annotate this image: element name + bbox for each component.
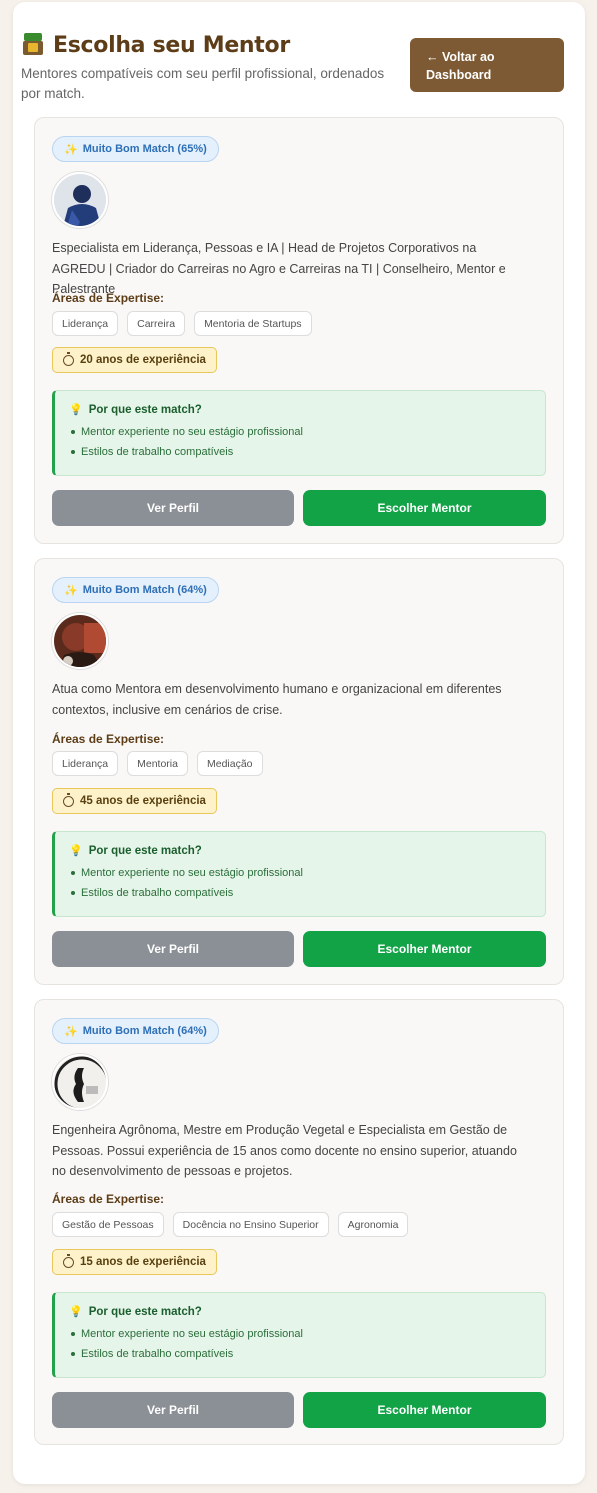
stopwatch-icon bbox=[63, 792, 74, 807]
match-reasons-list: Mentor experiente no seu estágio profiss… bbox=[69, 1324, 531, 1364]
why-match-title: 💡 Por que este match? bbox=[69, 1305, 531, 1319]
match-label: Muito Bom Match (65%) bbox=[82, 143, 207, 155]
expertise-tag: Docência no Ensino Superior bbox=[172, 1212, 329, 1237]
match-reasons-list: Mentor experiente no seu estágio profiss… bbox=[69, 422, 531, 462]
stopwatch-icon bbox=[63, 1253, 74, 1268]
match-reason: Estilos de trabalho compatíveis bbox=[69, 442, 531, 462]
expertise-tag: Mediação bbox=[196, 751, 263, 776]
expertise-tag: Agronomia bbox=[337, 1212, 409, 1237]
match-badge: ✨ Muito Bom Match (64%) bbox=[52, 1018, 219, 1044]
mentor-logo-icon bbox=[21, 33, 45, 57]
expertise-label: Áreas de Expertise: bbox=[52, 291, 165, 305]
experience-badge: 45 anos de experiência bbox=[52, 788, 217, 814]
why-match-label: Por que este match? bbox=[88, 844, 202, 857]
match-reasons-box: 💡 Por que este match? Mentor experiente … bbox=[52, 390, 546, 476]
mentor-card: ✨ Muito Bom Match (64%) Engenheira Agrôn… bbox=[34, 999, 564, 1445]
experience-years: 20 anos de experiência bbox=[80, 354, 206, 366]
stopwatch-icon bbox=[63, 351, 74, 366]
sparkle-icon: ✨ bbox=[64, 584, 78, 597]
page-subtitle: Mentores compatíveis com seu perfil prof… bbox=[21, 66, 385, 101]
lightbulb-icon: 💡 bbox=[69, 404, 83, 416]
lightbulb-icon: 💡 bbox=[69, 1306, 83, 1318]
match-badge: ✨ Muito Bom Match (64%) bbox=[52, 577, 219, 603]
expertise-tag: Liderança bbox=[52, 311, 119, 336]
view-profile-button[interactable]: Ver Perfil bbox=[52, 931, 294, 967]
choose-mentor-button[interactable]: Escolher Mentor bbox=[303, 1392, 546, 1428]
match-label: Muito Bom Match (64%) bbox=[82, 1025, 207, 1037]
match-reason: Estilos de trabalho compatíveis bbox=[69, 1344, 531, 1364]
view-profile-button[interactable]: Ver Perfil bbox=[52, 1392, 294, 1428]
expertise-tag: Carreira bbox=[127, 311, 186, 336]
choose-mentor-button[interactable]: Escolher Mentor bbox=[303, 490, 546, 526]
expertise-tags: Gestão de Pessoas Docência no Ensino Sup… bbox=[52, 1212, 409, 1237]
mentor-card: ✨ Muito Bom Match (65%) Especialista em … bbox=[34, 117, 564, 544]
choose-mentor-button[interactable]: Escolher Mentor bbox=[303, 931, 546, 967]
avatar[interactable] bbox=[52, 613, 108, 669]
why-match-label: Por que este match? bbox=[88, 1305, 202, 1318]
expertise-tags: Liderança Mentoria Mediação bbox=[52, 751, 263, 776]
experience-years: 15 anos de experiência bbox=[80, 1256, 206, 1268]
expertise-tag: Gestão de Pessoas bbox=[52, 1212, 164, 1237]
match-reason: Mentor experiente no seu estágio profiss… bbox=[69, 1324, 531, 1344]
match-reasons-list: Mentor experiente no seu estágio profiss… bbox=[69, 863, 531, 903]
why-match-title: 💡 Por que este match? bbox=[69, 844, 531, 858]
lightbulb-icon: 💡 bbox=[69, 845, 83, 857]
match-reason: Estilos de trabalho compatíveis bbox=[69, 883, 531, 903]
why-match-label: Por que este match? bbox=[88, 403, 202, 416]
experience-badge: 20 anos de experiência bbox=[52, 347, 217, 373]
match-label: Muito Bom Match (64%) bbox=[82, 584, 207, 596]
back-to-dashboard-button[interactable]: ← Voltar ao Dashboard bbox=[410, 38, 564, 92]
avatar[interactable] bbox=[52, 172, 108, 228]
expertise-tag: Mentoria de Startups bbox=[194, 311, 312, 336]
expertise-tag: Liderança bbox=[52, 751, 119, 776]
sparkle-icon: ✨ bbox=[64, 143, 78, 156]
experience-years: 45 anos de experiência bbox=[80, 795, 206, 807]
mentor-bio: Engenheira Agrônoma, Mestre em Produção … bbox=[52, 1123, 517, 1178]
expertise-label: Áreas de Expertise: bbox=[52, 732, 165, 746]
mentor-card: ✨ Muito Bom Match (64%) Atua como Mentor… bbox=[34, 558, 564, 985]
match-badge: ✨ Muito Bom Match (65%) bbox=[52, 136, 219, 162]
mentor-bio: Atua como Mentora em desenvolvimento hum… bbox=[52, 682, 502, 717]
page-title: Escolha seu Mentor bbox=[53, 32, 290, 58]
match-reason: Mentor experiente no seu estágio profiss… bbox=[69, 422, 531, 442]
match-reasons-box: 💡 Por que este match? Mentor experiente … bbox=[52, 831, 546, 917]
sparkle-icon: ✨ bbox=[64, 1025, 78, 1038]
match-reasons-box: 💡 Por que este match? Mentor experiente … bbox=[52, 1292, 546, 1378]
avatar[interactable] bbox=[52, 1054, 108, 1110]
experience-badge: 15 anos de experiência bbox=[52, 1249, 217, 1275]
expertise-tags: Liderança Carreira Mentoria de Startups bbox=[52, 311, 312, 336]
match-reason: Mentor experiente no seu estágio profiss… bbox=[69, 863, 531, 883]
expertise-tag: Mentoria bbox=[127, 751, 188, 776]
view-profile-button[interactable]: Ver Perfil bbox=[52, 490, 294, 526]
expertise-label: Áreas de Expertise: bbox=[52, 1192, 165, 1206]
why-match-title: 💡 Por que este match? bbox=[69, 403, 531, 417]
